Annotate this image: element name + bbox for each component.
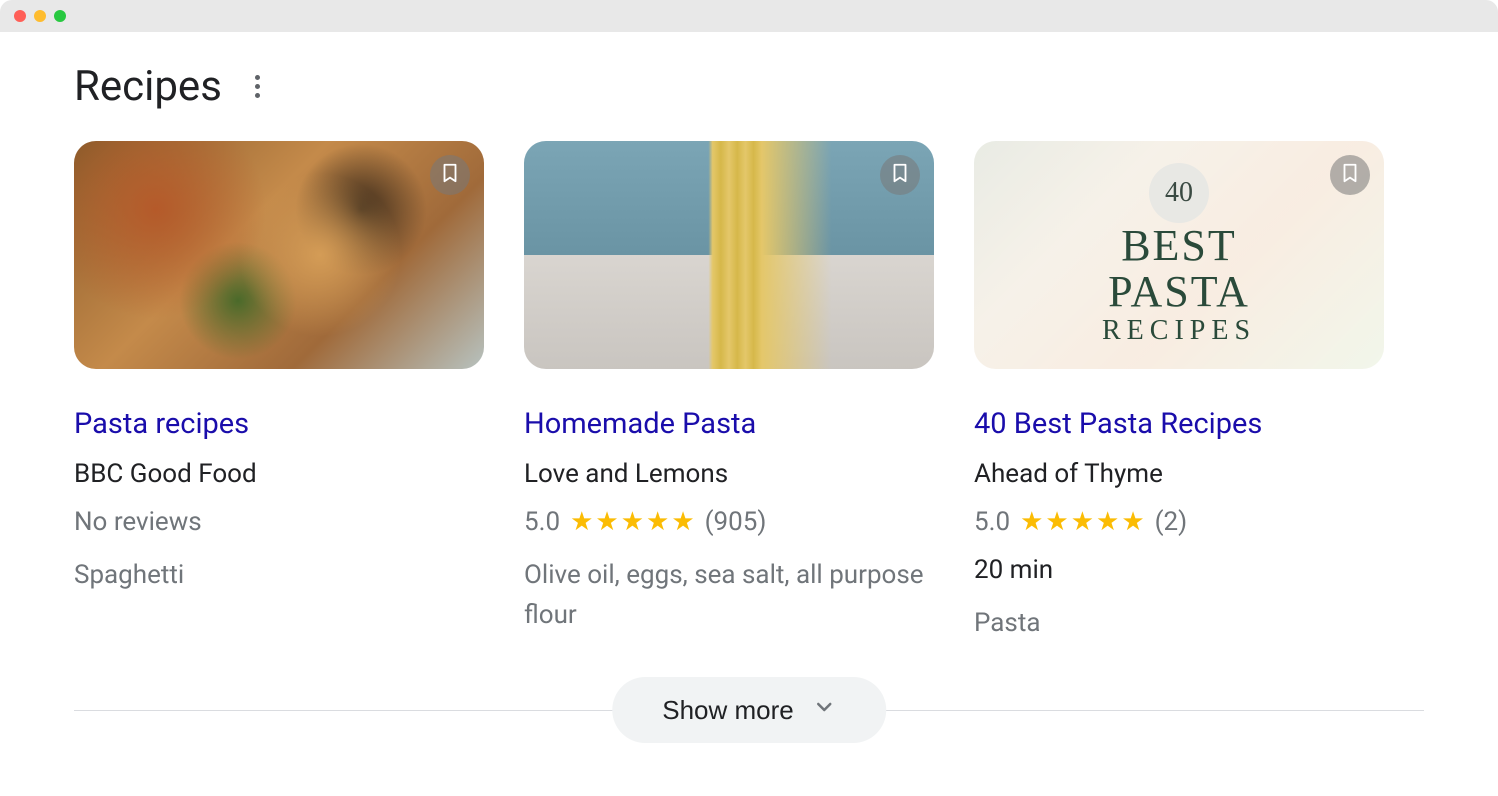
star-icon: ★	[1071, 507, 1094, 537]
star-icon: ★	[1096, 507, 1119, 537]
kebab-dot-icon	[255, 75, 260, 80]
recipe-thumbnail[interactable]	[74, 141, 484, 369]
recipe-title-link[interactable]: Homemade Pasta	[524, 407, 934, 441]
section-header: Recipes	[74, 62, 1424, 111]
recipe-thumbnail[interactable]	[524, 141, 934, 369]
recipe-card: Homemade PastaLove and Lemons5.0★★★★★(90…	[524, 141, 934, 643]
window-zoom-button[interactable]	[54, 10, 66, 22]
show-more-button[interactable]: Show more	[612, 677, 886, 743]
reviews-count: (905)	[705, 507, 767, 537]
section-footer: Show more	[74, 677, 1424, 743]
window-minimize-button[interactable]	[34, 10, 46, 22]
bookmark-icon	[439, 162, 461, 188]
recipe-card: Pasta recipes BBC Good Food No reviews Spag…	[74, 141, 484, 643]
recipe-extra: Spaghetti	[74, 555, 484, 595]
recipe-cards-row: Pasta recipes BBC Good Food No reviews Spag…	[74, 141, 1424, 643]
star-rating: ★★★★★	[570, 507, 695, 537]
recipe-thumbnail[interactable]: 40BESTPASTARECIPES	[974, 141, 1384, 369]
overlay-line: RECIPES	[1102, 315, 1256, 347]
overlay-badge: 40	[1149, 163, 1209, 223]
recipe-extra: Olive oil, eggs, sea salt, all purpose f…	[524, 555, 934, 636]
recipe-source: BBC Good Food	[74, 459, 484, 489]
star-icon: ★	[595, 507, 618, 537]
recipe-rating-row: No reviews	[74, 507, 484, 537]
star-icon: ★	[1121, 507, 1144, 537]
reviews-count: (2)	[1155, 507, 1188, 537]
star-icon: ★	[1045, 507, 1068, 537]
kebab-dot-icon	[255, 93, 260, 98]
bookmark-icon	[1339, 162, 1361, 188]
recipe-source: Ahead of Thyme	[974, 459, 1384, 489]
rating-value: 5.0	[524, 507, 560, 537]
bookmark-icon	[889, 162, 911, 188]
more-options-button[interactable]	[246, 75, 270, 99]
show-more-label: Show more	[662, 695, 794, 726]
recipe-card: 40BESTPASTARECIPES 40 Best Pasta Recipes A…	[974, 141, 1384, 643]
kebab-dot-icon	[255, 84, 260, 89]
recipe-source: Love and Lemons	[524, 459, 934, 489]
overlay-line: BEST	[1121, 223, 1237, 269]
bookmark-button[interactable]	[880, 155, 920, 195]
star-rating: ★★★★★	[1020, 507, 1145, 537]
thumbnail-overlay: 40BESTPASTARECIPES	[974, 141, 1384, 369]
recipe-time: 20 min	[974, 555, 1384, 585]
no-reviews-label: No reviews	[74, 507, 202, 537]
star-icon: ★	[1020, 507, 1043, 537]
star-icon: ★	[570, 507, 593, 537]
overlay-line: PASTA	[1108, 269, 1250, 315]
recipe-title-link[interactable]: 40 Best Pasta Recipes	[974, 407, 1384, 441]
chevron-down-icon	[812, 695, 836, 726]
window-close-button[interactable]	[14, 10, 26, 22]
star-icon: ★	[621, 507, 644, 537]
recipe-rating-row: 5.0★★★★★(2)	[974, 507, 1384, 537]
recipe-title-link[interactable]: Pasta recipes	[74, 407, 484, 441]
recipes-section: Recipes Pasta recipes BBC Good Food No rev…	[0, 32, 1498, 743]
star-icon: ★	[671, 507, 694, 537]
star-icon: ★	[646, 507, 669, 537]
rating-value: 5.0	[974, 507, 1010, 537]
bookmark-button[interactable]	[1330, 155, 1370, 195]
bookmark-button[interactable]	[430, 155, 470, 195]
window-chrome	[0, 0, 1498, 32]
section-title: Recipes	[74, 62, 222, 111]
recipe-extra: Pasta	[974, 603, 1384, 643]
recipe-rating-row: 5.0★★★★★(905)	[524, 507, 934, 537]
